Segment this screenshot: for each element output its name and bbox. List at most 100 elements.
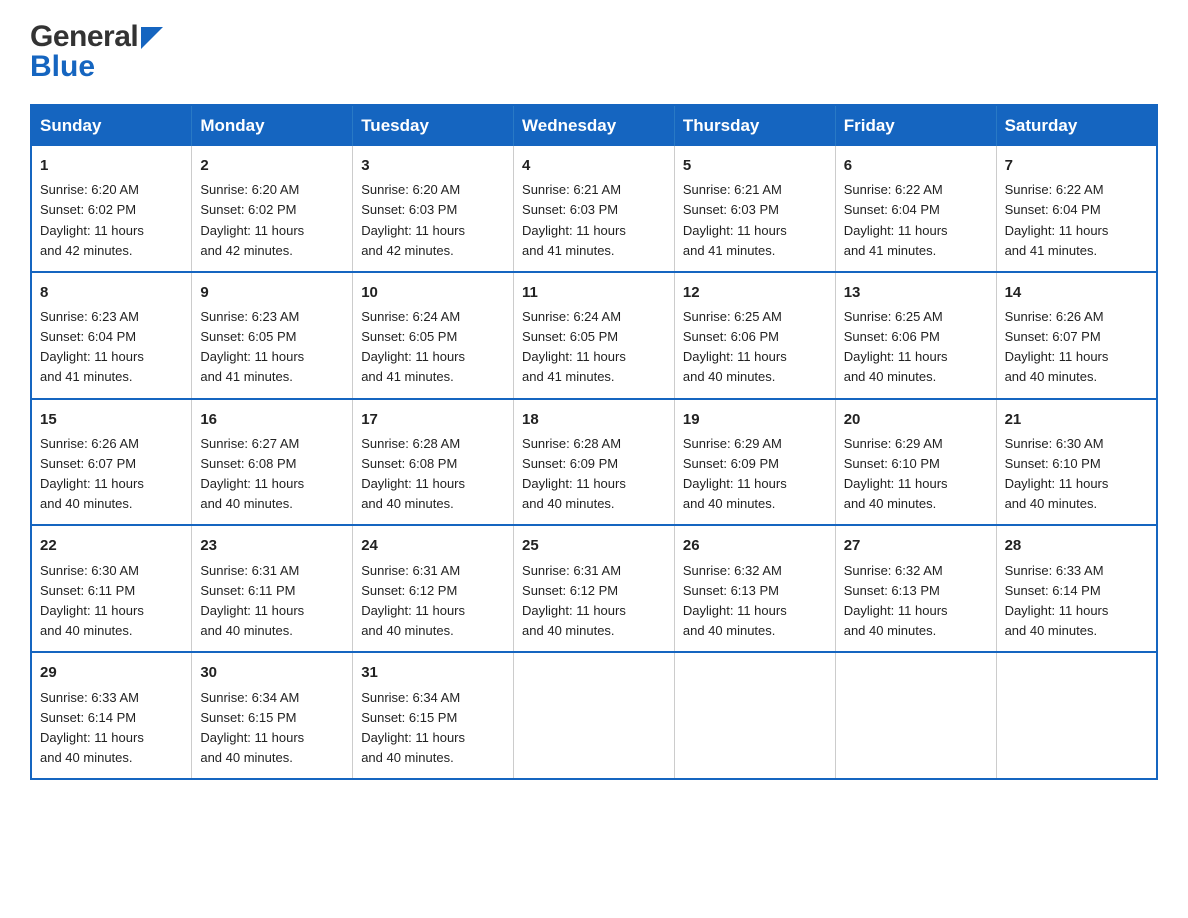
day-number: 6 — [844, 154, 988, 177]
day-info: Sunrise: 6:30 AMSunset: 6:10 PMDaylight:… — [1005, 436, 1109, 511]
calendar-cell: 5 Sunrise: 6:21 AMSunset: 6:03 PMDaylight… — [674, 146, 835, 272]
day-number: 27 — [844, 534, 988, 557]
calendar-cell — [514, 652, 675, 779]
day-info: Sunrise: 6:23 AMSunset: 6:04 PMDaylight:… — [40, 309, 144, 384]
calendar-cell: 1 Sunrise: 6:20 AMSunset: 6:02 PMDaylight… — [31, 146, 192, 272]
day-info: Sunrise: 6:28 AMSunset: 6:09 PMDaylight:… — [522, 436, 626, 511]
calendar-week-row: 22 Sunrise: 6:30 AMSunset: 6:11 PMDayligh… — [31, 525, 1157, 652]
day-number: 28 — [1005, 534, 1148, 557]
day-info: Sunrise: 6:31 AMSunset: 6:12 PMDaylight:… — [361, 563, 465, 638]
day-info: Sunrise: 6:31 AMSunset: 6:12 PMDaylight:… — [522, 563, 626, 638]
day-info: Sunrise: 6:21 AMSunset: 6:03 PMDaylight:… — [683, 182, 787, 257]
day-number: 1 — [40, 154, 183, 177]
calendar-cell: 31Sunrise: 6:34 AMSunset: 6:15 PMDayligh… — [353, 652, 514, 779]
page-header: General Blue — [30, 20, 1158, 84]
day-number: 13 — [844, 281, 988, 304]
calendar-cell: 27 Sunrise: 6:32 AMSunset: 6:13 PMDayligh… — [835, 525, 996, 652]
calendar-header-wednesday: Wednesday — [514, 105, 675, 146]
calendar-cell: 13 Sunrise: 6:25 AMSunset: 6:06 PMDayligh… — [835, 272, 996, 399]
calendar-header-friday: Friday — [835, 105, 996, 146]
day-info: Sunrise: 6:27 AMSunset: 6:08 PMDaylight:… — [200, 436, 304, 511]
calendar-cell — [835, 652, 996, 779]
day-number: 21 — [1005, 408, 1148, 431]
day-info: Sunrise: 6:29 AMSunset: 6:09 PMDaylight:… — [683, 436, 787, 511]
day-info: Sunrise: 6:23 AMSunset: 6:05 PMDaylight:… — [200, 309, 304, 384]
calendar-cell: 25 Sunrise: 6:31 AMSunset: 6:12 PMDayligh… — [514, 525, 675, 652]
calendar-week-row: 1 Sunrise: 6:20 AMSunset: 6:02 PMDaylight… — [31, 146, 1157, 272]
day-number: 8 — [40, 281, 183, 304]
day-info: Sunrise: 6:31 AMSunset: 6:11 PMDaylight:… — [200, 563, 304, 638]
day-number: 23 — [200, 534, 344, 557]
logo: General Blue — [30, 20, 163, 84]
day-number: 9 — [200, 281, 344, 304]
calendar-cell: 26 Sunrise: 6:32 AMSunset: 6:13 PMDayligh… — [674, 525, 835, 652]
day-number: 22 — [40, 534, 183, 557]
day-number: 24 — [361, 534, 505, 557]
day-info: Sunrise: 6:21 AMSunset: 6:03 PMDaylight:… — [522, 182, 626, 257]
day-number: 29 — [40, 661, 183, 684]
day-number: 15 — [40, 408, 183, 431]
day-info: Sunrise: 6:20 AMSunset: 6:02 PMDaylight:… — [200, 182, 304, 257]
calendar-cell: 16Sunrise: 6:27 AMSunset: 6:08 PMDayligh… — [192, 399, 353, 526]
calendar-header-sunday: Sunday — [31, 105, 192, 146]
day-info: Sunrise: 6:30 AMSunset: 6:11 PMDaylight:… — [40, 563, 144, 638]
day-info: Sunrise: 6:34 AMSunset: 6:15 PMDaylight:… — [200, 690, 304, 765]
calendar-cell: 8 Sunrise: 6:23 AMSunset: 6:04 PMDaylight… — [31, 272, 192, 399]
day-number: 20 — [844, 408, 988, 431]
day-number: 7 — [1005, 154, 1148, 177]
day-info: Sunrise: 6:24 AMSunset: 6:05 PMDaylight:… — [361, 309, 465, 384]
day-number: 3 — [361, 154, 505, 177]
calendar-week-row: 15 Sunrise: 6:26 AMSunset: 6:07 PMDayligh… — [31, 399, 1157, 526]
calendar-header-thursday: Thursday — [674, 105, 835, 146]
calendar-cell: 12 Sunrise: 6:25 AMSunset: 6:06 PMDayligh… — [674, 272, 835, 399]
calendar-cell: 3 Sunrise: 6:20 AMSunset: 6:03 PMDaylight… — [353, 146, 514, 272]
calendar-cell: 11 Sunrise: 6:24 AMSunset: 6:05 PMDayligh… — [514, 272, 675, 399]
day-info: Sunrise: 6:24 AMSunset: 6:05 PMDaylight:… — [522, 309, 626, 384]
day-number: 26 — [683, 534, 827, 557]
day-number: 2 — [200, 154, 344, 177]
calendar-cell: 30Sunrise: 6:34 AMSunset: 6:15 PMDayligh… — [192, 652, 353, 779]
calendar-cell: 10Sunrise: 6:24 AMSunset: 6:05 PMDayligh… — [353, 272, 514, 399]
day-info: Sunrise: 6:29 AMSunset: 6:10 PMDaylight:… — [844, 436, 948, 511]
calendar-week-row: 8 Sunrise: 6:23 AMSunset: 6:04 PMDaylight… — [31, 272, 1157, 399]
day-info: Sunrise: 6:20 AMSunset: 6:03 PMDaylight:… — [361, 182, 465, 257]
calendar-table: SundayMondayTuesdayWednesdayThursdayFrid… — [30, 104, 1158, 780]
day-info: Sunrise: 6:28 AMSunset: 6:08 PMDaylight:… — [361, 436, 465, 511]
day-info: Sunrise: 6:26 AMSunset: 6:07 PMDaylight:… — [40, 436, 144, 511]
day-info: Sunrise: 6:25 AMSunset: 6:06 PMDaylight:… — [844, 309, 948, 384]
calendar-cell: 17 Sunrise: 6:28 AMSunset: 6:08 PMDayligh… — [353, 399, 514, 526]
calendar-body: 1 Sunrise: 6:20 AMSunset: 6:02 PMDaylight… — [31, 146, 1157, 779]
day-info: Sunrise: 6:32 AMSunset: 6:13 PMDaylight:… — [683, 563, 787, 638]
calendar-cell: 15 Sunrise: 6:26 AMSunset: 6:07 PMDayligh… — [31, 399, 192, 526]
day-info: Sunrise: 6:25 AMSunset: 6:06 PMDaylight:… — [683, 309, 787, 384]
calendar-cell: 4Sunrise: 6:21 AMSunset: 6:03 PMDaylight… — [514, 146, 675, 272]
day-number: 19 — [683, 408, 827, 431]
day-info: Sunrise: 6:32 AMSunset: 6:13 PMDaylight:… — [844, 563, 948, 638]
day-number: 14 — [1005, 281, 1148, 304]
day-number: 11 — [522, 281, 666, 304]
day-info: Sunrise: 6:20 AMSunset: 6:02 PMDaylight:… — [40, 182, 144, 257]
day-number: 17 — [361, 408, 505, 431]
calendar-cell: 20 Sunrise: 6:29 AMSunset: 6:10 PMDayligh… — [835, 399, 996, 526]
day-number: 5 — [683, 154, 827, 177]
calendar-cell: 23 Sunrise: 6:31 AMSunset: 6:11 PMDayligh… — [192, 525, 353, 652]
day-info: Sunrise: 6:34 AMSunset: 6:15 PMDaylight:… — [361, 690, 465, 765]
calendar-cell: 2 Sunrise: 6:20 AMSunset: 6:02 PMDaylight… — [192, 146, 353, 272]
day-number: 12 — [683, 281, 827, 304]
calendar-header-tuesday: Tuesday — [353, 105, 514, 146]
day-info: Sunrise: 6:22 AMSunset: 6:04 PMDaylight:… — [1005, 182, 1109, 257]
day-number: 18 — [522, 408, 666, 431]
calendar-cell: 21 Sunrise: 6:30 AMSunset: 6:10 PMDayligh… — [996, 399, 1157, 526]
calendar-header-saturday: Saturday — [996, 105, 1157, 146]
calendar-header-row: SundayMondayTuesdayWednesdayThursdayFrid… — [31, 105, 1157, 146]
logo-triangle-icon — [141, 27, 163, 49]
calendar-week-row: 29Sunrise: 6:33 AMSunset: 6:14 PMDayligh… — [31, 652, 1157, 779]
calendar-cell: 19 Sunrise: 6:29 AMSunset: 6:09 PMDayligh… — [674, 399, 835, 526]
calendar-header-monday: Monday — [192, 105, 353, 146]
calendar-cell — [996, 652, 1157, 779]
day-number: 25 — [522, 534, 666, 557]
calendar-cell: 24 Sunrise: 6:31 AMSunset: 6:12 PMDayligh… — [353, 525, 514, 652]
calendar-cell: 7 Sunrise: 6:22 AMSunset: 6:04 PMDaylight… — [996, 146, 1157, 272]
calendar-cell: 29Sunrise: 6:33 AMSunset: 6:14 PMDayligh… — [31, 652, 192, 779]
calendar-cell — [674, 652, 835, 779]
